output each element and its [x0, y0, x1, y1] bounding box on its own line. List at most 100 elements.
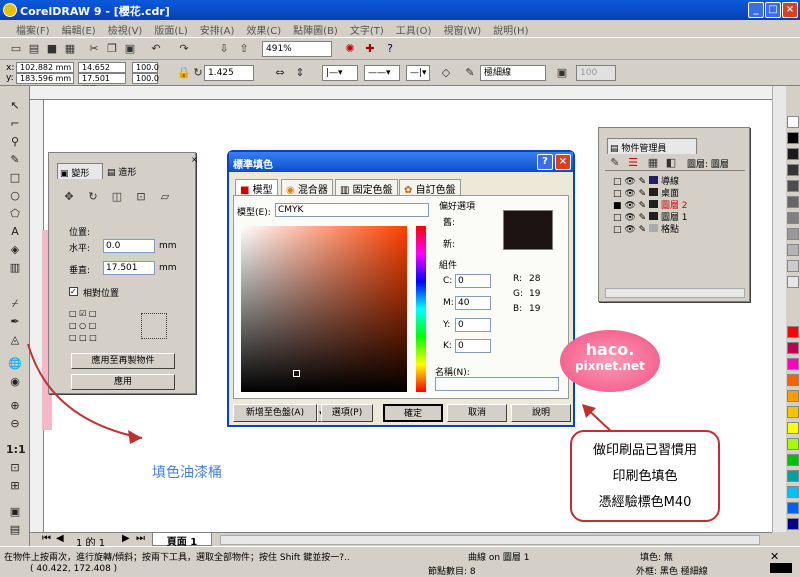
save-icon[interactable]: ■ [44, 41, 60, 57]
dialog-help-button[interactable]: ? [537, 154, 553, 170]
new-layer-icon[interactable]: ✎ [607, 155, 623, 171]
eyedropper-icon[interactable]: ⌿ [6, 296, 24, 312]
swatch-gold[interactable] [787, 406, 799, 418]
menu-text[interactable]: 文字(T) [344, 20, 390, 39]
copy-icon[interactable]: ❐ [104, 41, 120, 57]
polygon-tool-icon[interactable]: ⬠ [6, 206, 24, 222]
relative-position-checkbox[interactable]: ✓ [69, 287, 78, 296]
swatch-gray40[interactable] [787, 228, 799, 240]
swatch-orange[interactable] [787, 374, 799, 386]
menu-layout[interactable]: 版面(L) [148, 20, 193, 39]
docker-close-icon[interactable]: × [191, 155, 198, 164]
menu-effects[interactable]: 效果(C) [240, 20, 287, 39]
open-icon[interactable]: ▤ [26, 41, 42, 57]
swatch-navy[interactable] [787, 518, 799, 530]
freehand-tool-icon[interactable]: ✎ [6, 152, 24, 168]
swatch-magenta[interactable] [787, 358, 799, 370]
outline-width-select[interactable]: 極細線 [480, 65, 546, 81]
y-position-field[interactable]: 183.596 mm [16, 73, 74, 84]
swatch-lime[interactable] [787, 438, 799, 450]
menu-window[interactable]: 視窗(W) [437, 20, 487, 39]
swatch-cyan[interactable] [787, 486, 799, 498]
swatch-light-orange[interactable] [787, 390, 799, 402]
magenta-input[interactable]: 40 [455, 296, 491, 310]
swatch-crimson[interactable] [787, 342, 799, 354]
zoom-page-icon[interactable]: ▣ [6, 504, 24, 520]
object-manager-scrollbar[interactable] [605, 288, 745, 298]
tab-model[interactable]: ■ 模型 [235, 179, 278, 196]
swatch-gray10[interactable] [787, 276, 799, 288]
export-icon[interactable]: ⇧ [236, 41, 252, 57]
swatch-teal[interactable] [787, 470, 799, 482]
zoom-tool-icon[interactable]: ⚲ [6, 134, 24, 150]
pan-tool-icon[interactable]: ▤ [6, 522, 24, 538]
outline-tool-icon[interactable]: ✒ [6, 314, 24, 330]
swatch-yellow[interactable] [787, 422, 799, 434]
end-arrow-select[interactable]: —|▾ [406, 65, 430, 81]
menu-file[interactable]: 檔案(F) [0, 20, 56, 39]
dialog-close-button[interactable]: × [555, 154, 571, 170]
swatch-gray50[interactable] [787, 212, 799, 224]
horizontal-input[interactable]: 0.0 [103, 239, 155, 253]
start-arrow-select[interactable]: |—▾ [322, 65, 358, 81]
prev-page-icon[interactable]: ◀ [56, 533, 64, 544]
yellow-input[interactable]: 0 [455, 318, 491, 332]
layer-view-icon[interactable]: ▦ [645, 155, 661, 171]
swatch-gray90[interactable] [787, 148, 799, 160]
menu-arrange[interactable]: 安排(A) [194, 20, 241, 39]
swatch-gray60[interactable] [787, 196, 799, 208]
redo-icon[interactable]: ↷ [176, 41, 192, 57]
outline-pen-icon[interactable]: ✎ [462, 65, 478, 81]
shape-tool-icon[interactable]: ⌐ [6, 116, 24, 132]
first-page-icon[interactable]: ⏮ [42, 533, 51, 544]
color-field[interactable] [241, 226, 407, 392]
layer-row-layer2[interactable]: ■ 👁 ✎ 圖層 2 [613, 200, 743, 212]
cancel-button[interactable]: 取消 [447, 404, 507, 422]
menu-edit[interactable]: 編輯(E) [56, 20, 102, 39]
help-button[interactable]: 說明 [511, 404, 571, 422]
swatch-green[interactable] [787, 454, 799, 466]
swatch-blue[interactable] [787, 502, 799, 514]
next-page-icon[interactable]: ▶ [122, 533, 130, 544]
ok-button[interactable]: 確定 [383, 404, 443, 422]
new-icon[interactable]: ▭ [8, 41, 24, 57]
name-select[interactable] [435, 377, 559, 391]
swatch-gray30[interactable] [787, 244, 799, 256]
undo-icon[interactable]: ↶ [148, 41, 164, 57]
menu-bitmap[interactable]: 點陣圖(B) [287, 20, 344, 39]
print-icon[interactable]: ▦ [62, 41, 78, 57]
cut-icon[interactable]: ✂ [86, 41, 102, 57]
menu-view[interactable]: 檢視(V) [102, 20, 149, 39]
page-tab[interactable]: 頁面 1 [152, 533, 212, 548]
import-icon[interactable]: ⇩ [216, 41, 232, 57]
transparency-tool-icon[interactable]: ▥ [6, 260, 24, 276]
last-page-icon[interactable]: ⏭ [136, 533, 145, 544]
ellipse-tool-icon[interactable]: ○ [6, 188, 24, 204]
minimize-button[interactable]: _ [748, 2, 764, 18]
tab-transform[interactable]: ▣ 變形 [57, 163, 103, 179]
model-select[interactable]: CMYK [275, 203, 429, 217]
position-mode-icon[interactable]: ✥ [61, 189, 77, 205]
cyan-input[interactable]: 0 [455, 274, 491, 288]
text-tool-icon[interactable]: A [6, 224, 24, 240]
mirror-v-icon[interactable]: ⇕ [292, 65, 308, 81]
layer-list-icon[interactable]: ☰ [625, 155, 641, 171]
swatch-gray70[interactable] [787, 180, 799, 192]
width-field[interactable]: 14.652 mm [78, 62, 126, 81]
scale-mode-icon[interactable]: ◫ [109, 189, 125, 205]
tab-object-manager[interactable]: ▤ 物件管理員 [607, 138, 697, 154]
tab-fixed-palette[interactable]: ▥ 固定色盤 [335, 179, 398, 196]
rotate-mode-icon[interactable]: ↻ [85, 189, 101, 205]
layer-row-grid[interactable]: □ 👁 ✎ 格點 [613, 224, 743, 236]
swatch-black[interactable] [787, 132, 799, 144]
height-field[interactable]: 17.501 mm [78, 73, 126, 92]
mirror-h-icon[interactable]: ⇔ [272, 65, 288, 81]
app-launcher-icon[interactable]: ✺ [342, 41, 358, 57]
tab-custom-palette[interactable]: ✿ 自訂色盤 [399, 179, 461, 196]
tab-shaping[interactable]: ▤ 造形 [105, 163, 151, 179]
scale-y-field[interactable]: 100.0 [132, 73, 159, 84]
layer-props-icon[interactable]: ◧ [663, 155, 679, 171]
swatch-gray20[interactable] [787, 260, 799, 272]
rotation-field[interactable]: 1.425 [204, 65, 254, 81]
zoom-select[interactable]: 491% [262, 41, 332, 57]
